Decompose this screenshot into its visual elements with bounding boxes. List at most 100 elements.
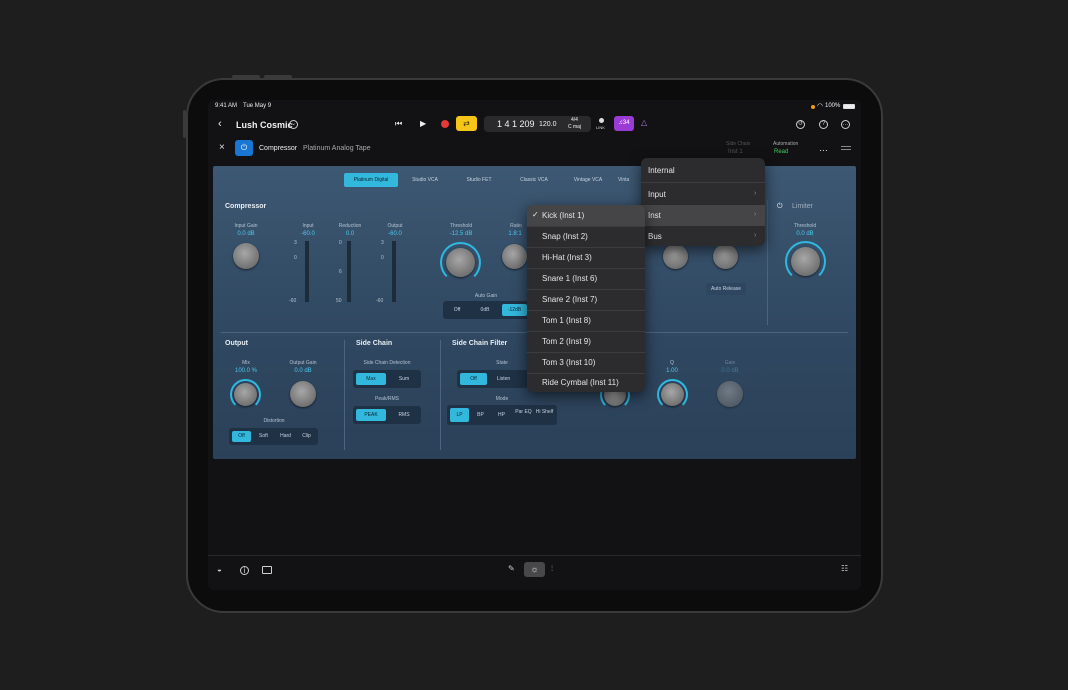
count-in-button[interactable]: ♫34 xyxy=(614,116,634,131)
tab-vintage-vca[interactable]: Vintage VCA xyxy=(564,173,612,187)
cycle-button[interactable]: ⇄ xyxy=(456,116,477,131)
inst-item-snare2[interactable]: Snare 2 (Inst 7) xyxy=(535,289,645,310)
help-icon[interactable]: ? xyxy=(819,120,828,129)
gain-knob[interactable] xyxy=(717,381,743,407)
distortion-label: Distortion xyxy=(263,418,285,424)
automation-value[interactable]: Read xyxy=(774,149,788,155)
menu-item-input[interactable]: Input xyxy=(641,186,765,203)
sidechain-divider-right xyxy=(440,340,441,450)
inst-item-tom3[interactable]: Tom 3 (Inst 10) xyxy=(535,352,645,373)
state-off[interactable]: Off xyxy=(460,373,487,385)
reduction-meter-value: 0.0 xyxy=(345,231,355,237)
inst-item-ride-cymbal[interactable]: Ride Cymbal (Inst 11) xyxy=(535,373,645,392)
pencil-icon[interactable]: ✎ xyxy=(508,564,515,573)
tempo-value: 120.0 xyxy=(539,121,557,128)
close-icon[interactable]: × xyxy=(219,142,225,153)
inst-item-hihat[interactable]: Hi-Hat (Inst 3) xyxy=(535,247,645,268)
mix-value: 100.0 % xyxy=(234,368,258,374)
status-date: Tue May 9 xyxy=(243,103,272,109)
distortion-off[interactable]: Off xyxy=(232,431,251,442)
wifi-icon: ◠ xyxy=(817,103,824,110)
q-knob[interactable] xyxy=(661,383,684,406)
q-value: 1.00 xyxy=(666,368,678,374)
detection-max[interactable]: Max xyxy=(356,373,386,385)
inst-item-tom1[interactable]: Tom 1 (Inst 8) xyxy=(535,310,645,331)
menu-item-inst[interactable]: Inst xyxy=(641,205,765,226)
browser-icon[interactable] xyxy=(262,566,272,574)
ratio-knob[interactable] xyxy=(502,244,527,269)
peak-button[interactable]: PEAK xyxy=(356,409,386,421)
peak-rms-label: Peak/RMS xyxy=(375,396,399,402)
mode-hi-shelf[interactable]: Hi Shelf xyxy=(535,408,554,422)
status-battery-pct: 100% xyxy=(825,103,841,109)
record-button[interactable] xyxy=(441,120,449,128)
distortion-soft[interactable]: Soft xyxy=(254,431,273,442)
play-icon[interactable]: ▶ xyxy=(420,119,426,128)
output-gain-knob[interactable] xyxy=(290,381,316,407)
time-signature: 4/4 xyxy=(571,117,578,123)
tab-platinum-digital[interactable]: Platinum Digital xyxy=(344,173,398,187)
detection-sum[interactable]: Sum xyxy=(389,373,419,385)
metronome-icon[interactable]: △ xyxy=(641,118,647,127)
threshold-knob[interactable] xyxy=(446,248,475,277)
rewind-icon[interactable]: ⏮ xyxy=(395,119,402,129)
inst-item-kick[interactable]: Kick (Inst 1) xyxy=(535,205,645,226)
plugins-view-button[interactable]: ☼ xyxy=(524,562,545,577)
side-chain-section-title: Side Chain xyxy=(356,340,393,347)
inst-item-snare1[interactable]: Snare 1 (Inst 6) xyxy=(535,268,645,289)
mode-hp[interactable]: HP xyxy=(492,408,511,422)
chevron-down-icon[interactable]: ⌄ xyxy=(289,120,298,129)
distortion-clip[interactable]: Clip xyxy=(297,431,316,442)
mixer-icon[interactable]: ⫶ xyxy=(551,564,553,574)
more-icon[interactable]: … xyxy=(841,120,850,129)
auto-gain-minus12db[interactable]: -12dB xyxy=(502,304,527,316)
preset-name[interactable]: Platinum Analog Tape xyxy=(303,145,371,152)
limiter-threshold-label: Threshold xyxy=(793,223,817,229)
info-icon[interactable]: i xyxy=(240,566,249,575)
limiter-power-icon[interactable]: ⏻ xyxy=(777,203,783,211)
input-gain-knob[interactable] xyxy=(233,243,259,269)
mode-lp[interactable]: LP xyxy=(450,408,469,422)
auto-gain-0db[interactable]: 0dB xyxy=(474,304,496,316)
reduction-meter-label: Reduction xyxy=(338,223,362,229)
menu-item-bus[interactable]: Bus xyxy=(641,228,765,245)
tab-classic-vca[interactable]: Classic VCA xyxy=(510,173,558,187)
limiter-threshold-knob[interactable] xyxy=(791,247,820,276)
drag-handle-icon[interactable] xyxy=(841,146,851,150)
power-button[interactable]: ⏻ xyxy=(235,140,253,156)
back-chevron-icon[interactable]: ‹ xyxy=(218,118,222,130)
tab-studio-vca[interactable]: Studio VCA xyxy=(402,173,448,187)
link-icon[interactable] xyxy=(599,118,604,123)
plugin-name: Compressor xyxy=(259,145,298,152)
threshold-label: Threshold xyxy=(449,223,473,229)
mode-par-eq[interactable]: Par EQ xyxy=(514,408,533,422)
rms-button[interactable]: RMS xyxy=(389,409,419,421)
auto-release-button[interactable]: Auto Release xyxy=(706,283,746,295)
ellipsis-icon[interactable]: … xyxy=(819,143,828,153)
distortion-hard[interactable]: Hard xyxy=(276,431,295,442)
inst-item-tom2[interactable]: Tom 2 (Inst 9) xyxy=(535,331,645,352)
chevron-right-icon: › xyxy=(754,211,757,218)
ratio-label: Ratio xyxy=(510,223,522,229)
sidechain-value[interactable]: Inst 1 xyxy=(728,149,743,155)
output-gain-label: Output Gain xyxy=(289,360,317,366)
mix-knob[interactable] xyxy=(234,383,257,406)
attack-knob[interactable] xyxy=(663,244,688,269)
state-listen[interactable]: Listen xyxy=(490,373,517,385)
history-icon[interactable]: ↺ xyxy=(796,120,805,129)
project-title[interactable]: Lush Cosmic xyxy=(236,120,293,130)
reduction-tick-bottom: 50 xyxy=(336,298,342,304)
keyboard-icon[interactable]: ☷ xyxy=(841,564,848,573)
library-icon[interactable]: ◒ xyxy=(217,565,222,574)
tab-vintage-opto[interactable]: Vinta xyxy=(618,173,640,187)
inst-item-snap[interactable]: Snap (Inst 2) xyxy=(535,226,645,247)
release-knob[interactable] xyxy=(713,244,738,269)
mode-bp[interactable]: BP xyxy=(471,408,490,422)
reduction-meter xyxy=(347,241,351,302)
recording-indicator xyxy=(811,105,815,109)
auto-gain-off[interactable]: Off xyxy=(446,304,468,316)
input-meter-label: Input xyxy=(302,223,314,229)
menu-separator xyxy=(641,182,765,183)
menu-item-internal[interactable]: Internal xyxy=(641,162,765,179)
tab-studio-fet[interactable]: Studio FET xyxy=(456,173,502,187)
